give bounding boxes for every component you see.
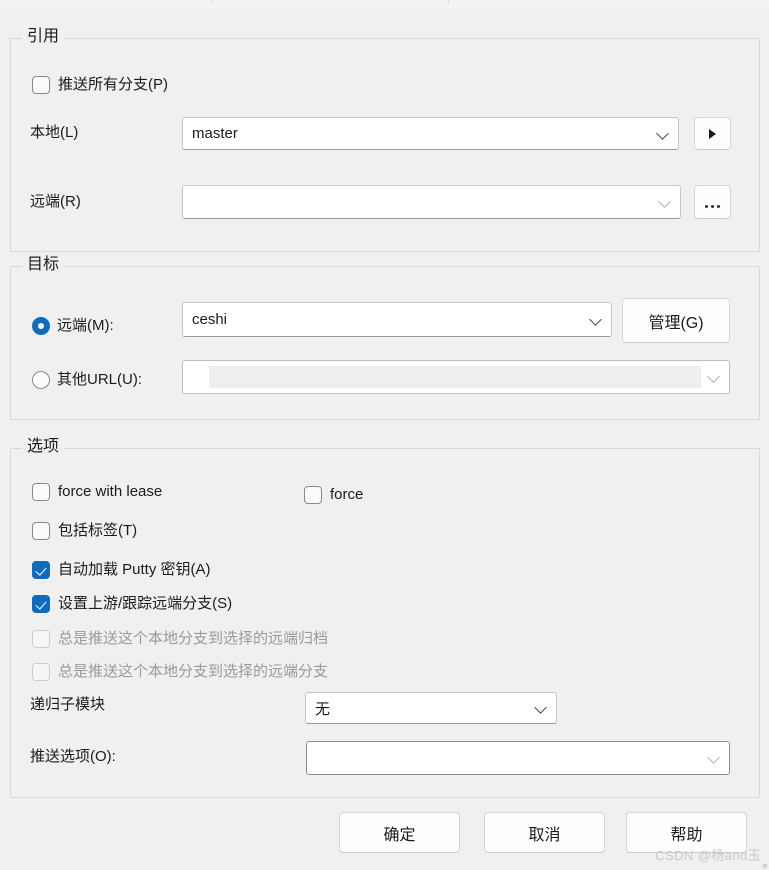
push-all-branches-label: 推送所有分支(P)	[58, 76, 168, 93]
push-options-combobox[interactable]	[306, 741, 730, 775]
push-options-label: 推送选项(O):	[30, 748, 116, 765]
destination-remote-radio[interactable]: 远端(M):	[32, 316, 114, 336]
local-branch-label: 本地(L)	[30, 124, 79, 141]
triangle-right-icon	[709, 128, 716, 139]
always-push-to-remote-archive-label: 总是推送这个本地分支到选择的远端归档	[58, 630, 329, 647]
checkbox-box	[32, 483, 50, 501]
radio-dot	[32, 371, 50, 389]
options-group-legend: 选项	[22, 437, 65, 457]
destination-other-url-combobox[interactable]	[182, 360, 730, 394]
checkbox-box	[32, 630, 50, 648]
help-button-label: 帮助	[670, 826, 703, 844]
chevron-down-icon	[534, 701, 548, 715]
push-all-branches-checkbox[interactable]: 推送所有分支(P)	[32, 75, 168, 95]
destination-remote-combobox[interactable]: ceshi	[182, 302, 612, 337]
checkbox-box	[32, 76, 50, 94]
watermark: CSDN @杨and玉	[655, 848, 761, 863]
autoload-putty-key-label: 自动加载 Putty 密钥(A)	[58, 561, 211, 578]
manage-remotes-label: 管理(G)	[648, 314, 704, 332]
recursive-submodule-label: 递归子模块	[30, 696, 106, 713]
chevron-down-icon	[658, 195, 672, 209]
ellipsis-icon	[705, 195, 720, 209]
autoload-putty-key-checkbox[interactable]: 自动加载 Putty 密钥(A)	[32, 560, 211, 580]
force-label: force	[330, 486, 364, 503]
set-upstream-checkbox[interactable]: 设置上游/跟踪远端分支(S)	[32, 594, 232, 614]
chevron-down-icon	[656, 127, 670, 141]
chevron-down-icon	[707, 370, 721, 384]
destination-remote-label: 远端(M):	[57, 317, 114, 334]
destination-group: 目标	[10, 255, 760, 420]
remote-branch-combobox[interactable]	[182, 185, 681, 219]
force-checkbox[interactable]: force	[304, 485, 363, 505]
always-push-to-remote-archive-checkbox: 总是推送这个本地分支到选择的远端归档	[32, 629, 328, 649]
local-branch-expand-button[interactable]	[694, 117, 731, 150]
checkbox-box	[32, 595, 50, 613]
destination-other-url-radio[interactable]: 其他URL(U):	[32, 370, 142, 390]
chevron-down-icon	[707, 751, 721, 765]
always-push-to-remote-branch-label: 总是推送这个本地分支到选择的远端分支	[58, 663, 329, 680]
recursive-submodule-value: 无	[315, 700, 331, 718]
clipped-toolbar-strip	[0, 0, 769, 10]
force-with-lease-label: force with lease	[58, 483, 163, 500]
checkbox-box	[32, 663, 50, 681]
include-tags-checkbox[interactable]: 包括标签(T)	[32, 521, 137, 541]
ok-button-label: 确定	[383, 826, 416, 844]
radio-dot	[32, 317, 50, 335]
chevron-down-icon	[589, 313, 603, 327]
checkbox-box	[32, 561, 50, 579]
cancel-button[interactable]: 取消	[484, 812, 605, 853]
checkbox-box	[304, 486, 322, 504]
remote-branch-browse-button[interactable]	[694, 185, 731, 219]
set-upstream-label: 设置上游/跟踪远端分支(S)	[58, 595, 233, 612]
cancel-button-label: 取消	[528, 826, 561, 844]
checkbox-box	[32, 522, 50, 540]
push-dialog: 引用 推送所有分支(P) 本地(L) master 远端(R) 目标 远端(M)…	[0, 0, 769, 870]
destination-other-url-label: 其他URL(U):	[57, 371, 142, 388]
remote-branch-label: 远端(R)	[30, 193, 81, 210]
ok-button[interactable]: 确定	[339, 812, 460, 853]
other-url-value	[209, 366, 701, 388]
references-group-legend: 引用	[22, 27, 65, 47]
force-with-lease-checkbox[interactable]: force with lease	[32, 482, 162, 502]
recursive-submodule-combobox[interactable]: 无	[305, 692, 557, 724]
destination-remote-value: ceshi	[192, 311, 228, 328]
local-branch-value: master	[192, 125, 238, 142]
resize-grip	[763, 864, 767, 868]
local-branch-combobox[interactable]: master	[182, 117, 679, 150]
destination-group-legend: 目标	[22, 255, 65, 275]
always-push-to-remote-branch-checkbox: 总是推送这个本地分支到选择的远端分支	[32, 662, 328, 682]
include-tags-label: 包括标签(T)	[58, 522, 138, 539]
manage-remotes-button[interactable]: 管理(G)	[622, 298, 730, 343]
